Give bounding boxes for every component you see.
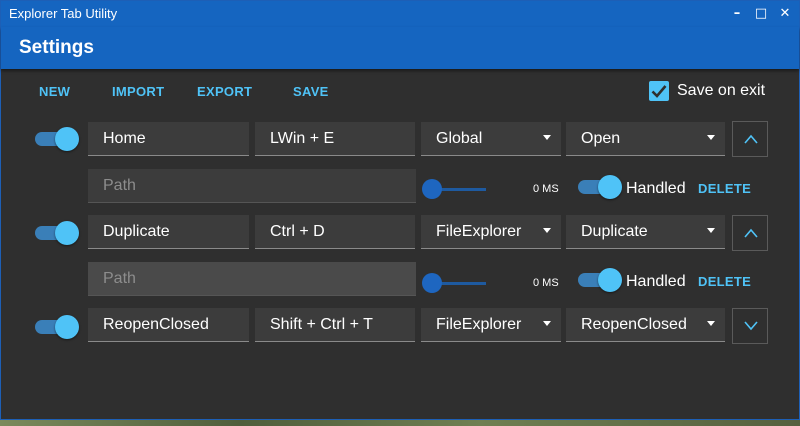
dropdown-arrow-icon [707,228,715,233]
dropdown-arrow-icon [707,321,715,326]
toggle-thumb [598,175,622,199]
hotkey-keys-input[interactable]: LWin + E [255,122,415,156]
move-up-button[interactable] [732,121,768,157]
hotkey-name-input[interactable]: Home [88,122,249,156]
dropdown-arrow-icon [543,135,551,140]
save-on-exit-checkbox[interactable] [649,81,669,101]
scope-value: FileExplorer [436,316,522,333]
path-input[interactable]: Path [88,169,416,203]
chevron-up-icon [744,228,758,238]
scope-value: FileExplorer [436,223,522,240]
delay-slider[interactable] [422,179,486,199]
app-window: Explorer Tab Utility – □ ✕ Settings NEW … [0,0,800,420]
delay-slider[interactable] [422,273,486,293]
toggle-thumb [55,221,79,245]
toggle-thumb [55,127,79,151]
chevron-down-icon [744,321,758,331]
scope-dropdown[interactable]: FileExplorer [421,215,561,249]
move-down-button[interactable] [732,308,768,344]
title-bar: Explorer Tab Utility – □ ✕ [1,1,799,27]
export-button[interactable]: EXPORT [197,84,252,99]
save-button[interactable]: SAVE [293,84,329,99]
delay-value: 0 MS [533,277,559,289]
handled-toggle[interactable] [578,174,622,199]
window-title: Explorer Tab Utility [9,6,118,21]
app-header: Settings [1,27,799,69]
hotkey-name-input[interactable]: ReopenClosed [88,308,249,342]
close-button[interactable]: ✕ [775,4,795,24]
save-on-exit-label: Save on exit [677,82,766,99]
hotkey-keys-input[interactable]: Ctrl + D [255,215,415,249]
slider-knob[interactable] [422,179,442,199]
scope-value: Global [436,130,483,147]
action-value: Duplicate [581,223,648,240]
action-value: ReopenClosed [581,316,687,333]
dropdown-arrow-icon [707,135,715,140]
action-dropdown[interactable]: ReopenClosed [566,308,725,342]
hotkey-enabled-toggle[interactable] [35,314,79,339]
handled-label: Handled [626,273,686,290]
hotkey-keys-input[interactable]: Shift + Ctrl + T [255,308,415,342]
scope-dropdown[interactable]: FileExplorer [421,308,561,342]
scope-dropdown[interactable]: Global [421,122,561,156]
handled-label: Handled [626,180,686,197]
hotkey-enabled-toggle[interactable] [35,220,79,245]
path-input[interactable]: Path [88,262,416,296]
maximize-button[interactable]: □ [751,4,771,24]
page-title: Settings [19,37,94,58]
delete-button[interactable]: DELETE [698,181,751,196]
dropdown-arrow-icon [543,228,551,233]
action-value: Open [581,130,621,147]
handled-toggle[interactable] [578,267,622,292]
minimize-button[interactable]: – [727,4,747,24]
delete-button[interactable]: DELETE [698,274,751,289]
checkmark-icon [651,85,667,98]
import-button[interactable]: IMPORT [112,84,164,99]
action-dropdown[interactable]: Duplicate [566,215,725,249]
toggle-thumb [598,268,622,292]
hotkey-enabled-toggle[interactable] [35,126,79,151]
hotkey-name-input[interactable]: Duplicate [88,215,249,249]
delay-value: 0 MS [533,183,559,195]
action-dropdown[interactable]: Open [566,122,725,156]
dropdown-arrow-icon [543,321,551,326]
toggle-thumb [55,315,79,339]
chevron-up-icon [744,134,758,144]
move-up-button[interactable] [732,215,768,251]
new-button[interactable]: NEW [39,84,70,99]
slider-knob[interactable] [422,273,442,293]
